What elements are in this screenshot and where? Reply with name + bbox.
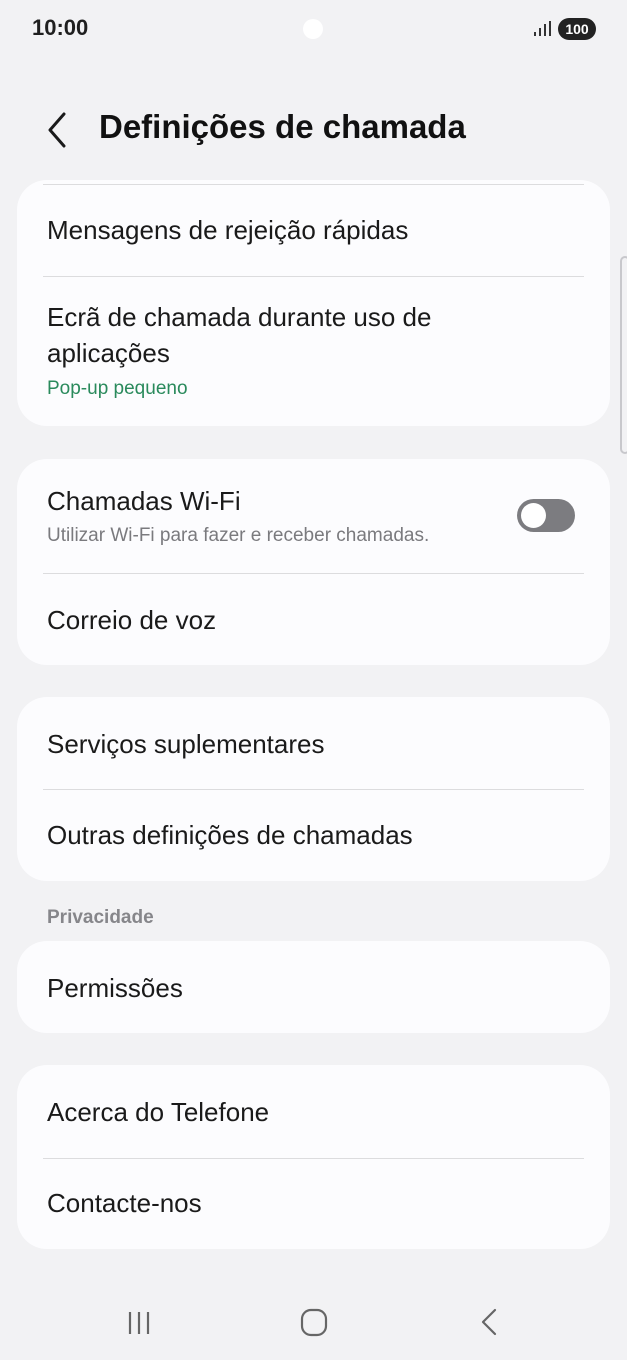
- page-title: Definições de chamada: [99, 108, 466, 145]
- list-item-permissions[interactable]: Permissões: [17, 941, 610, 1033]
- camera-cutout: [303, 19, 323, 39]
- item-title: Correio de voz: [47, 605, 217, 635]
- settings-group-1: Mensagens de rejeição rápidas Ecrã de ch…: [17, 180, 610, 426]
- list-item-wifi-calling[interactable]: Chamadas Wi-Fi Utilizar Wi-Fi para fazer…: [17, 459, 610, 573]
- item-title: Acerca do Telefone: [47, 1097, 270, 1127]
- scroll-indicator: [620, 256, 627, 454]
- list-item-call-display-while-using-apps[interactable]: Ecrã de chamada durante uso de aplicaçõe…: [17, 277, 610, 426]
- list-item-voicemail[interactable]: Correio de voz: [17, 574, 610, 665]
- item-subtitle: Utilizar Wi-Fi para fazer e receber cham…: [47, 525, 430, 546]
- list-item-contact-us[interactable]: Contacte-nos: [17, 1159, 610, 1249]
- settings-group-2: Chamadas Wi-Fi Utilizar Wi-Fi para fazer…: [17, 459, 610, 665]
- signal-icon: [534, 21, 551, 36]
- settings-group-5: Acerca do Telefone Contacte-nos: [17, 1065, 610, 1249]
- back-icon[interactable]: [468, 1302, 512, 1342]
- item-subtitle: Pop-up pequeno: [47, 378, 188, 399]
- item-title: Outras definições de chamadas: [47, 820, 413, 850]
- item-title-line-1: Ecrã de chamada durante uso de: [47, 302, 432, 332]
- list-item-other-call-settings[interactable]: Outras definições de chamadas: [17, 790, 610, 881]
- toggle-knob: [521, 503, 546, 528]
- wifi-calling-toggle[interactable]: [517, 499, 575, 532]
- section-label-privacy: Privacidade: [47, 907, 154, 928]
- item-title: Permissões: [47, 973, 183, 1003]
- page-header: Definições de chamada: [0, 98, 627, 160]
- status-bar: 10:00 100: [0, 0, 627, 60]
- settings-group-4: Permissões: [17, 941, 610, 1033]
- item-title: Mensagens de rejeição rápidas: [47, 215, 409, 245]
- status-time: 10:00: [32, 15, 89, 40]
- settings-group-3: Serviços suplementares Outras definições…: [17, 697, 610, 881]
- item-title-line-2: aplicações: [47, 338, 170, 368]
- item-title: Serviços suplementares: [47, 729, 325, 759]
- item-title: Contacte-nos: [47, 1188, 202, 1218]
- list-item-quick-decline-messages[interactable]: Mensagens de rejeição rápidas: [17, 180, 610, 276]
- list-item-supplementary-services[interactable]: Serviços suplementares: [17, 697, 610, 789]
- list-item-about-phone[interactable]: Acerca do Telefone: [17, 1065, 610, 1158]
- recents-icon[interactable]: [118, 1302, 162, 1342]
- item-title: Chamadas Wi-Fi: [47, 486, 241, 516]
- battery-indicator: 100: [558, 18, 596, 40]
- chevron-left-icon[interactable]: [40, 110, 76, 150]
- navigation-bar: [0, 1290, 627, 1360]
- home-icon[interactable]: [292, 1302, 336, 1342]
